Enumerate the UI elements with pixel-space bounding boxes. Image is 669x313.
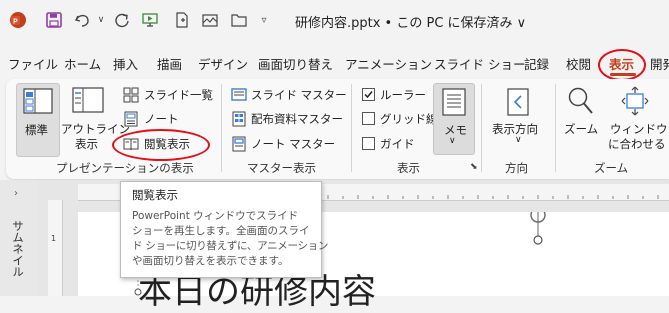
group-separator-3: [481, 84, 482, 172]
notes-master-label: ノート マスター: [251, 137, 336, 151]
open-file-icon[interactable]: [200, 10, 220, 30]
outline-view-label-1: アウトライン: [61, 122, 130, 136]
tab-review[interactable]: 校閲: [566, 54, 591, 73]
notes-button[interactable]: メモ ∨: [433, 83, 475, 155]
fit-window-label-2: に合わせる: [608, 137, 666, 151]
handout-master-button[interactable]: 配布資料マスター: [231, 110, 343, 128]
tab-transitions[interactable]: 画面切り替え: [258, 54, 333, 73]
notes-page-label: ノート: [144, 112, 179, 126]
notes-icon: [442, 88, 466, 116]
view-tab-annotation: [598, 49, 646, 81]
tab-animations[interactable]: アニメーション: [345, 54, 432, 73]
gridlines-checkbox[interactable]: グリッド線: [361, 110, 438, 128]
presentation-views-group-label: プレゼンテーションの表示: [56, 161, 194, 175]
folder-icon[interactable]: [229, 10, 249, 30]
gridlines-label: グリッド線: [380, 112, 438, 126]
tab-file[interactable]: ファイル: [8, 54, 58, 73]
vertical-ruler-marker: 1: [51, 234, 57, 243]
notes-page-button[interactable]: ノート: [123, 110, 213, 128]
slide-sorter-label: スライド一覧: [144, 88, 213, 102]
tooltip-line-1: PowerPoint ウィンドウでスライド: [132, 210, 299, 222]
checkmark-icon: [364, 91, 373, 99]
orientation-icon: [507, 88, 529, 116]
notes-chevron-icon: ∨: [449, 136, 456, 146]
handout-master-icon: [232, 111, 246, 127]
undo-dropdown-icon[interactable]: ∨: [96, 10, 106, 30]
vertical-ruler: 1: [48, 200, 63, 296]
tab-developer[interactable]: 開発: [650, 54, 669, 73]
ruler-check-box[interactable]: [362, 88, 375, 101]
slide-master-icon: [231, 88, 247, 101]
guides-check-box[interactable]: [362, 137, 375, 150]
tooltip-line-3: ド ショーに切り替えずに、アニメーション: [132, 240, 329, 252]
customize-toolbar-icon[interactable]: ▿: [258, 10, 270, 30]
reading-view-annotation: [112, 129, 210, 161]
tab-insert[interactable]: 挿入: [113, 54, 138, 73]
tab-record[interactable]: 記録: [524, 54, 549, 73]
thumbnail-label[interactable]: サムネイル: [10, 220, 26, 278]
handout-master-label: 配布資料マスター: [251, 112, 343, 126]
zoom-label: ズーム: [564, 122, 599, 136]
save-icon[interactable]: [44, 10, 64, 30]
orientation-chevron-icon: ∨: [515, 135, 522, 145]
tooltip-title: 閲覧表示: [132, 188, 178, 202]
notes-master-icon: [232, 136, 246, 152]
notes-master-button[interactable]: ノート マスター: [231, 135, 335, 153]
collapse-thumbnails-icon[interactable]: ›: [14, 188, 18, 199]
group-separator-1: [221, 84, 222, 172]
slide-sorter-button[interactable]: スライド一覧: [123, 86, 213, 104]
tab-design[interactable]: デザイン: [198, 54, 248, 73]
ribbon-tab-bar: ファイル ホーム 挿入 描画 デザイン 画面切り替え アニメーション スライド …: [0, 44, 669, 81]
tab-home[interactable]: ホーム: [64, 54, 101, 73]
tab-slideshow[interactable]: スライド ショー: [434, 54, 525, 73]
title-bar: P ∨ ▿ 研修内容.pptx • この PC に保存済み ∨: [0, 0, 669, 40]
undo-icon[interactable]: [72, 10, 94, 30]
tooltip-line-4: や画面切り替えを表示できます。: [132, 255, 289, 267]
outline-view-button[interactable]: アウトライン 表示: [60, 83, 130, 155]
normal-view-button[interactable]: 標準: [16, 83, 60, 157]
fit-to-window-button[interactable]: ウィンドウ に合わせる: [605, 83, 668, 153]
powerpoint-logo-icon: P: [8, 10, 28, 30]
present-from-start-icon[interactable]: [140, 10, 160, 30]
zoom-button[interactable]: ズーム: [561, 83, 601, 153]
slide-master-button[interactable]: スライド マスター: [231, 86, 347, 104]
group-separator-4: [555, 84, 556, 172]
tab-draw[interactable]: 描画: [157, 54, 182, 73]
document-title[interactable]: 研修内容.pptx • この PC に保存済み ∨: [295, 12, 526, 31]
slide-master-label: スライド マスター: [251, 88, 347, 102]
tooltip-line-2: ショーを再生します。全画面のスライ: [132, 225, 310, 237]
direction-group-label: 方向: [505, 161, 528, 175]
fit-window-icon: [621, 86, 649, 116]
new-file-icon[interactable]: [172, 10, 192, 30]
ruler-label: ルーラー: [380, 88, 426, 102]
zoom-group-label: ズーム: [594, 161, 629, 175]
zoom-magnifier-icon: [568, 87, 593, 114]
outline-view-label-2: 表示: [75, 137, 98, 151]
notes-page-icon: [124, 111, 138, 127]
fit-window-label-1: ウィンドウ: [610, 122, 668, 136]
svg-text:P: P: [13, 19, 18, 26]
show-group-label: 表示: [397, 161, 420, 175]
guides-checkbox[interactable]: ガイド: [361, 135, 427, 153]
guides-label: ガイド: [380, 137, 415, 151]
slide-sorter-icon: [123, 87, 139, 103]
thumbnail-pane: › サムネイル: [0, 180, 38, 296]
slide-orientation-button[interactable]: 表示方向 ∨: [489, 83, 549, 153]
outline-view-icon: [72, 87, 104, 119]
redo-icon[interactable]: [112, 10, 132, 30]
gridlines-check-box[interactable]: [362, 112, 375, 125]
group-separator-2: [351, 84, 352, 172]
master-views-group-label: マスター表示: [247, 161, 316, 175]
reading-view-tooltip: 閲覧表示 PowerPoint ウィンドウでスライド ショーを再生します。全画面…: [120, 181, 328, 278]
normal-view-icon: [23, 88, 53, 120]
ruler-checkbox[interactable]: ルーラー: [361, 86, 427, 104]
normal-view-label: 標準: [25, 123, 48, 137]
show-group-launcher-icon[interactable]: ⬊: [470, 162, 478, 172]
